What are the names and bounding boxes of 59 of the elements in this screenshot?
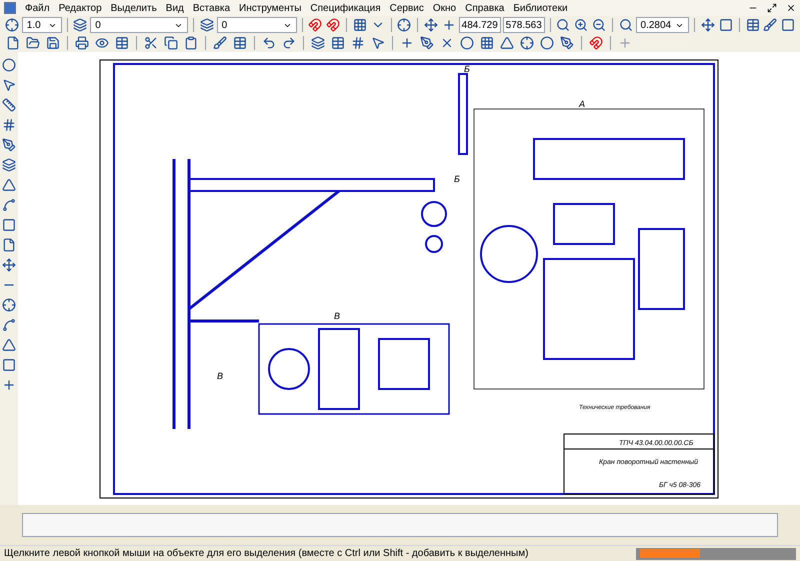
tool-icon[interactable] xyxy=(0,136,18,154)
zoom-select[interactable]: 0.2804 xyxy=(636,17,690,33)
layer-select[interactable]: 0 xyxy=(90,17,188,33)
close-icon[interactable] xyxy=(786,3,796,13)
tool-icon[interactable] xyxy=(0,56,18,74)
menu-item[interactable]: Вид xyxy=(166,0,184,16)
tool-icon[interactable] xyxy=(0,156,18,174)
magnet-icon[interactable] xyxy=(308,16,324,34)
menu-item[interactable]: Файл xyxy=(25,0,50,16)
layers-icon[interactable] xyxy=(309,34,327,52)
tool-icon[interactable] xyxy=(0,356,18,374)
table-icon[interactable] xyxy=(744,16,760,34)
command-input-field[interactable] xyxy=(22,513,778,537)
media-player-drawing[interactable] xyxy=(636,548,796,560)
tool-icon[interactable] xyxy=(0,296,18,314)
tool-icon[interactable] xyxy=(0,316,18,334)
magnet-icon[interactable] xyxy=(325,16,342,34)
view-label: А xyxy=(579,98,586,108)
view-label: Б xyxy=(454,174,460,184)
tool-icon[interactable] xyxy=(0,176,18,194)
view-label: Б xyxy=(464,64,470,74)
brush-icon[interactable] xyxy=(211,34,229,52)
view-label: В xyxy=(334,310,340,320)
menu-item[interactable]: Вставка xyxy=(192,0,230,16)
pan-icon[interactable] xyxy=(700,16,716,34)
printer-icon[interactable] xyxy=(73,34,91,52)
zoom-in-icon[interactable] xyxy=(573,16,590,34)
menu-item[interactable]: Редактор xyxy=(58,0,102,16)
brush-icon[interactable] xyxy=(762,16,778,34)
y-coordinate-field[interactable]: 578.563 xyxy=(502,17,545,33)
table-icon[interactable] xyxy=(113,34,131,52)
save-icon[interactable] xyxy=(44,34,62,52)
table-icon[interactable] xyxy=(329,34,347,52)
tool-icon[interactable] xyxy=(0,196,18,214)
menu-item[interactable]: Выделить xyxy=(110,0,157,16)
tool-icon[interactable] xyxy=(0,256,18,274)
search-icon[interactable] xyxy=(556,16,572,34)
view-select[interactable]: 0 xyxy=(216,17,297,33)
zoom-out-icon[interactable] xyxy=(591,16,607,34)
tool-icon[interactable] xyxy=(0,336,18,354)
menu-item[interactable]: Окно xyxy=(432,0,456,16)
magnet-icon[interactable] xyxy=(587,34,605,52)
menu-item[interactable]: Спецификация xyxy=(310,0,381,16)
menu-item[interactable]: Справка xyxy=(465,0,504,16)
zoom-icon[interactable] xyxy=(618,16,634,34)
view-label: В xyxy=(217,370,224,380)
tool-icon[interactable] xyxy=(0,216,18,234)
status-message: Щелкните левой кнопкой мыши на объекте для его выделения (вместе с Ctrl или Shift - добавить к выделенным) xyxy=(4,547,528,561)
layer-icon[interactable] xyxy=(72,16,88,34)
restore-icon[interactable] xyxy=(767,3,777,13)
grid-icon[interactable] xyxy=(352,16,368,34)
table-icon[interactable] xyxy=(231,34,249,52)
line-style-select[interactable]: 1.0 xyxy=(22,17,62,33)
menu-item[interactable]: Инструменты xyxy=(239,0,302,16)
tool-icon[interactable] xyxy=(0,96,18,114)
menu-item[interactable]: Сервис xyxy=(390,0,424,16)
copy-icon[interactable] xyxy=(162,34,180,52)
x-coordinate-field[interactable]: 484.729 xyxy=(458,17,501,33)
menu-item[interactable]: Библиотеки xyxy=(513,0,568,16)
